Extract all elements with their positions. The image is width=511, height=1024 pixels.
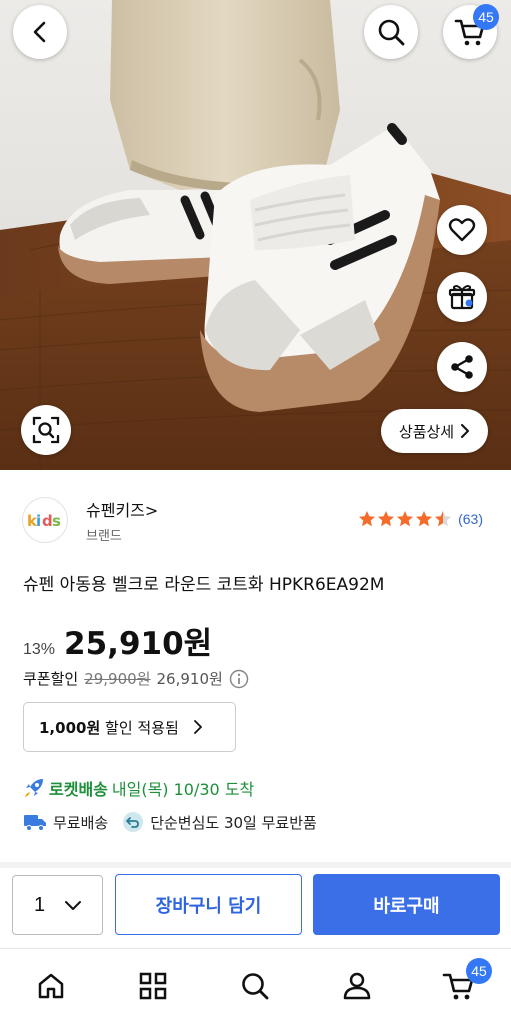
rocket-icon: [25, 779, 43, 797]
chevron-right-icon: [461, 424, 470, 438]
gift-button[interactable]: [437, 272, 487, 322]
cart-count-badge: 45: [473, 4, 499, 30]
free-return-label: 단순변심도 30일 무료반품: [150, 813, 317, 832]
rocket-delivery-label: 로켓배송: [49, 780, 108, 799]
brand-name-link[interactable]: 슈펜키즈>: [86, 497, 158, 521]
star-icon: [416, 511, 433, 527]
tab-my-page[interactable]: [337, 966, 377, 1006]
brand-subtitle: 브랜드: [86, 529, 122, 544]
tab-home[interactable]: [31, 966, 71, 1006]
image-search-button[interactable]: [21, 405, 71, 455]
my-page-icon: [343, 972, 371, 1000]
quantity-value: 1: [34, 893, 46, 916]
star-icon: [397, 511, 414, 527]
svg-text:s: s: [52, 512, 61, 530]
heart-icon: [448, 218, 476, 242]
free-shipping-label: 무료배송: [53, 813, 109, 832]
star-icon: [378, 511, 395, 527]
section-divider: [0, 862, 511, 868]
shipping-info-row: 무료배송 단순변심도 30일 무료반품: [23, 811, 317, 833]
sale-price: 25,910원: [64, 626, 213, 662]
search-button[interactable]: [364, 5, 418, 59]
coupon-price-row: 쿠폰할인 29,900원 26,910원: [23, 668, 249, 689]
search-icon: [242, 973, 269, 1000]
discount-rate: 13%: [23, 641, 56, 658]
share-icon: [451, 355, 473, 379]
share-button[interactable]: [437, 342, 487, 392]
tab-cart-count-badge: 45: [466, 958, 492, 984]
rating-stars: [358, 510, 452, 528]
return-icon: [123, 812, 144, 832]
product-title: 슈펜 아동용 벨크로 라운드 코트화 HPKR6EA92M: [23, 575, 385, 595]
wishlist-button[interactable]: [437, 205, 487, 255]
coupon-amount: 1,000원: [39, 718, 101, 737]
svg-text:i: i: [36, 512, 41, 530]
rating-count: (63): [458, 511, 483, 527]
gift-icon: [448, 285, 476, 310]
rating[interactable]: (63): [358, 510, 483, 528]
product-detail-button[interactable]: 상품상세: [381, 409, 488, 453]
buy-now-button[interactable]: 바로구매: [313, 874, 500, 935]
product-detail-label: 상품상세: [398, 422, 455, 441]
brand-logo-mark: k i d s: [27, 512, 61, 530]
category-icon: [139, 972, 167, 1000]
coupon-applied-button[interactable]: 1,000원 할인 적용됨: [23, 702, 236, 752]
search-icon: [378, 19, 405, 46]
back-button[interactable]: [13, 5, 67, 59]
rocket-delivery-row: 로켓배송 내일(목) 10/30 도착: [23, 776, 254, 800]
truck-icon: [24, 815, 46, 831]
brand-logo[interactable]: k i d s: [22, 497, 68, 543]
product-photo: [0, 0, 511, 470]
bottom-tab-bar: 45: [0, 948, 511, 1024]
arrival-date: 내일(목) 10/30 도착: [111, 780, 255, 799]
original-price: 29,900원: [84, 670, 151, 688]
add-to-cart-button[interactable]: 장바구니 담기: [115, 874, 302, 935]
chevron-down-icon: [65, 901, 81, 910]
tab-category[interactable]: [133, 966, 173, 1006]
quantity-select[interactable]: 1: [12, 875, 103, 935]
coupon-applied-text: 할인 적용됨: [105, 718, 179, 737]
star-icon: [435, 511, 452, 527]
info-icon[interactable]: [229, 669, 249, 689]
image-search-icon: [32, 416, 60, 444]
tab-search[interactable]: [235, 966, 275, 1006]
price-row: 13% 25,910원: [23, 618, 212, 663]
chevron-left-icon: [33, 21, 46, 43]
coupon-price: 26,910원: [156, 670, 223, 688]
product-image[interactable]: 45 상품상세: [0, 0, 511, 470]
chevron-right-icon: [193, 720, 202, 734]
star-icon: [359, 511, 376, 527]
coupon-label: 쿠폰할인: [23, 670, 79, 688]
home-icon: [38, 973, 64, 999]
